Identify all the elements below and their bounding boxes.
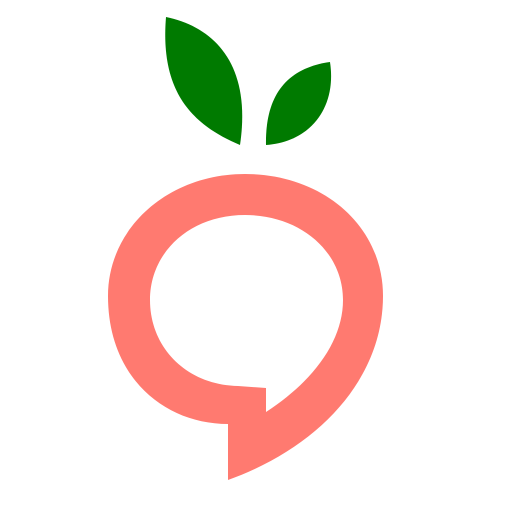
left-leaf-icon	[165, 17, 243, 145]
speech-bubble-ring	[108, 174, 383, 480]
peach-speech-bubble-icon	[108, 17, 383, 480]
right-leaf-icon	[265, 62, 332, 145]
app-icon-canvas	[0, 0, 512, 512]
